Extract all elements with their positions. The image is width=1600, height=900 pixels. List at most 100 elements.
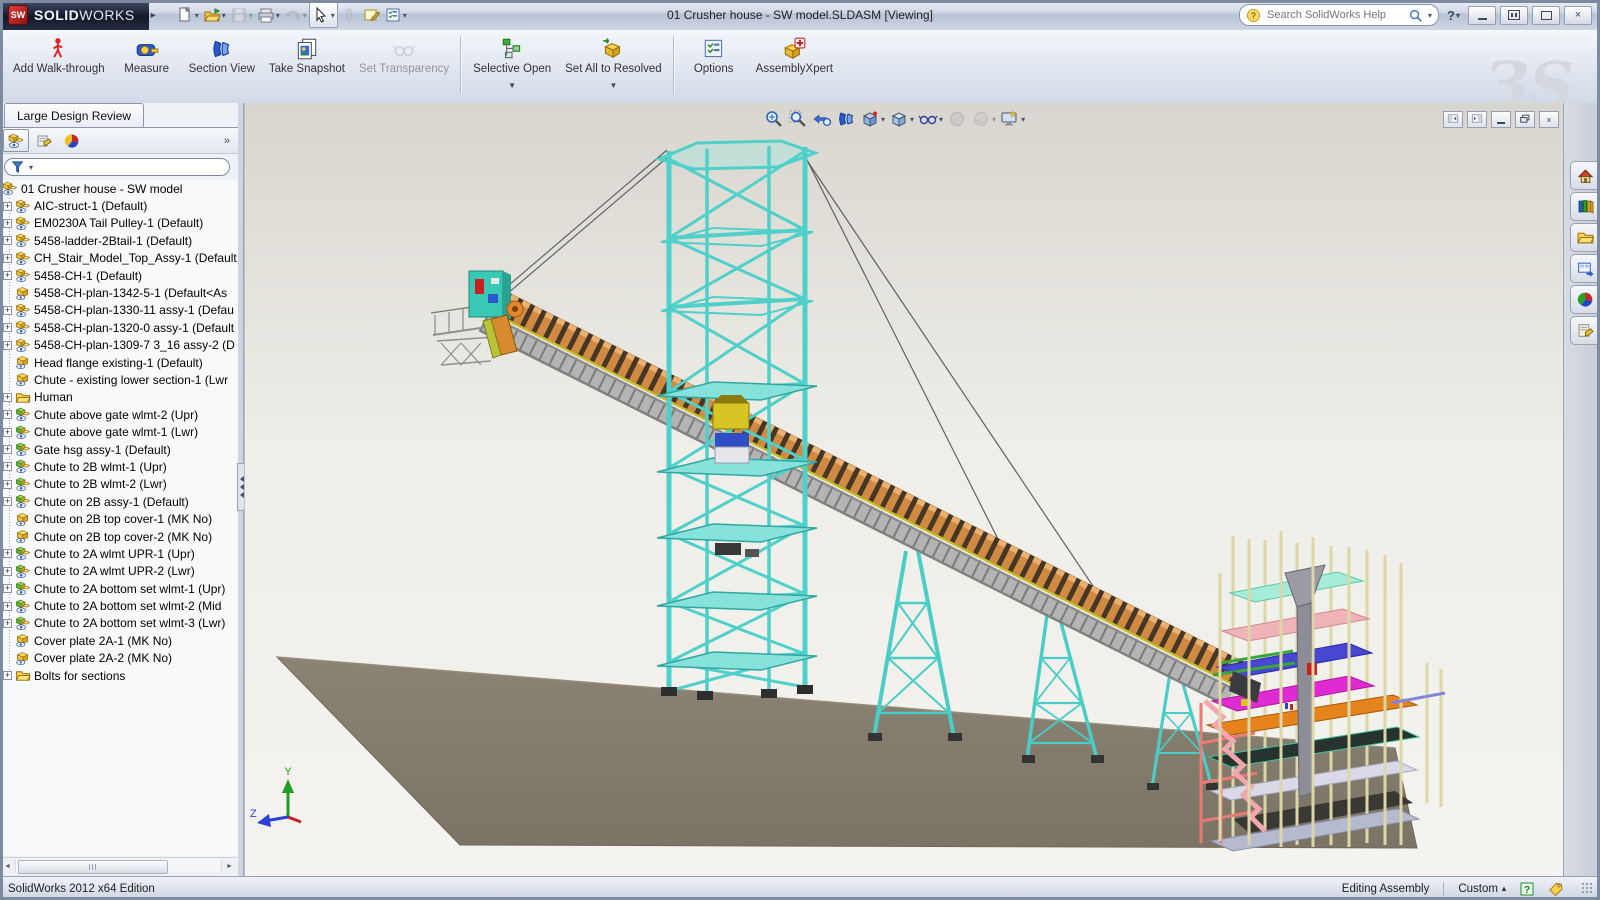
tree-item[interactable]: +Chute on 2B top cover-1 (MK No) (0, 510, 238, 527)
expand-toggle[interactable]: + (3, 219, 12, 228)
section-view-button[interactable] (835, 108, 857, 130)
restore-button[interactable] (1500, 6, 1528, 25)
quick-list-button[interactable]: ▾ (382, 3, 409, 27)
tree-item[interactable]: +5458-CH-plan-1309-7 3_16 assy-2 (D (0, 337, 238, 354)
view-settings-button[interactable]: ▾ (999, 108, 1026, 130)
expand-toggle[interactable]: + (3, 584, 12, 593)
options-button[interactable]: Options (679, 33, 749, 98)
view-palette-tab[interactable] (1570, 254, 1600, 283)
expand-toggle[interactable]: + (3, 462, 12, 471)
tree-item[interactable]: +EM0230A Tail Pulley-1 (Default) (0, 215, 238, 232)
print-button[interactable]: ▾ (255, 3, 282, 27)
expand-toggle[interactable]: + (3, 428, 12, 437)
tree-item[interactable]: +Human (0, 389, 238, 406)
minimize-button[interactable] (1468, 6, 1496, 25)
tree-item[interactable]: +5458-CH-1 (Default) (0, 267, 238, 284)
units-dropdown[interactable]: Custom▴ (1458, 883, 1506, 895)
close-button[interactable]: × (1564, 6, 1592, 25)
menu-expand-arrow[interactable]: ▸ (151, 10, 156, 21)
tree-item[interactable]: +Head flange existing-1 (Default) (0, 354, 238, 371)
expand-toggle[interactable]: + (3, 619, 12, 628)
solidworks-resources-tab[interactable] (1570, 161, 1600, 190)
3d-viewport[interactable]: Y Z (245, 103, 1565, 876)
file-explorer-tab[interactable] (1570, 223, 1600, 252)
display-style-button[interactable]: ▾ (888, 108, 915, 130)
select-cursor-button[interactable]: ▾ (309, 2, 338, 28)
sticky-pin-button[interactable] (338, 3, 360, 27)
tree-item[interactable]: +Chute to 2A wlmt UPR-2 (Lwr) (0, 563, 238, 580)
design-library-tab[interactable] (1570, 192, 1600, 221)
open-folder-button[interactable]: ▾ (201, 3, 228, 27)
view-orientation-button[interactable]: ▾ (859, 108, 886, 130)
measure-button[interactable]: Measure (112, 33, 182, 98)
featuremanager-tree-tab[interactable] (3, 129, 29, 152)
quick-tips-icon[interactable]: ? (1520, 882, 1534, 896)
expand-toggle[interactable]: + (3, 236, 12, 245)
scroll-thumb[interactable] (18, 860, 168, 874)
comment-button[interactable] (360, 3, 382, 27)
tree-item[interactable]: +Gate hsg assy-1 (Default) (0, 441, 238, 458)
tree-item[interactable]: +Chute to 2B wlmt-1 (Upr) (0, 458, 238, 475)
scroll-right-arrow[interactable]: ► (222, 863, 237, 870)
tag-icon[interactable] (1548, 881, 1563, 896)
help-button[interactable]: ?▾ (1443, 8, 1464, 23)
expand-toggle[interactable]: + (3, 254, 12, 263)
undo-button[interactable]: ▾ (282, 3, 309, 27)
tree-item[interactable]: +Cover plate 2A-2 (MK No) (0, 650, 238, 667)
tree-item[interactable]: +Chute to 2A bottom set wlmt-3 (Lwr) (0, 615, 238, 632)
expand-toggle[interactable]: + (3, 602, 12, 611)
tree-item[interactable]: +Chute to 2A wlmt UPR-1 (Upr) (0, 545, 238, 562)
expand-toggle[interactable]: + (3, 567, 12, 576)
graphics-area[interactable]: Y Z ▾▾▾▾▾ × (244, 103, 1565, 876)
tree-item[interactable]: +5458-CH-plan-1320-0 assy-1 (Default (0, 319, 238, 336)
set-all-to-resolved-button[interactable]: Set All to Resolved▼ (558, 33, 669, 98)
tree-item[interactable]: +Chute to 2A bottom set wlmt-2 (Mid (0, 597, 238, 614)
assemblyxpert-button[interactable]: AssemblyXpert (749, 33, 840, 98)
selective-open-button[interactable]: Selective Open▼ (466, 33, 558, 98)
search-icon[interactable] (1408, 8, 1423, 23)
hide-show-items-button[interactable]: ▾ (917, 108, 944, 130)
panel-overflow-chevron[interactable]: » (224, 135, 230, 147)
scroll-left-arrow[interactable]: ◄ (0, 863, 15, 870)
zoom-to-area-button[interactable] (787, 108, 809, 130)
tree-item[interactable]: +Cover plate 2A-1 (MK No) (0, 632, 238, 649)
resize-grip[interactable] (1581, 882, 1594, 895)
expand-toggle[interactable]: + (3, 445, 12, 454)
tree-horizontal-scrollbar[interactable]: ◄ ► (0, 857, 237, 874)
scroll-track[interactable] (15, 859, 222, 873)
tree-filter-input[interactable]: ▾ (4, 158, 230, 176)
expand-toggle[interactable]: + (3, 393, 12, 402)
tree-item[interactable]: +Bolts for sections (0, 667, 238, 684)
filter-caret[interactable]: ▾ (29, 163, 33, 172)
expand-toggle[interactable]: + (3, 671, 12, 680)
expand-toggle[interactable]: + (3, 306, 12, 315)
tree-root-item[interactable]: 01 Crusher house - SW model (0, 180, 238, 197)
configurationmanager-tab[interactable] (59, 129, 85, 152)
tree-item[interactable]: +Chute above gate wlmt-1 (Lwr) (0, 423, 238, 440)
tree-item[interactable]: +Chute - existing lower section-1 (Lwr (0, 371, 238, 388)
large-design-review-tab[interactable]: Large Design Review (4, 103, 144, 127)
expand-toggle[interactable]: + (3, 341, 12, 350)
expand-toggle[interactable]: + (3, 271, 12, 280)
save-button[interactable]: ▾ (228, 3, 255, 27)
show-right-pane-button[interactable] (1467, 111, 1487, 128)
expand-toggle[interactable]: + (3, 497, 12, 506)
doc-minimize-button[interactable] (1491, 111, 1511, 128)
tree-item[interactable]: +AIC-struct-1 (Default) (0, 197, 238, 214)
tree-item[interactable]: +Chute to 2A bottom set wlmt-1 (Upr) (0, 580, 238, 597)
tree-item[interactable]: +Chute on 2B top cover-2 (MK No) (0, 528, 238, 545)
expand-toggle[interactable]: + (3, 410, 12, 419)
appearances-scenes-tab[interactable] (1570, 285, 1600, 314)
tree-item[interactable]: +Chute on 2B assy-1 (Default) (0, 493, 238, 510)
tree-item[interactable]: +5458-ladder-2Btail-1 (Default) (0, 232, 238, 249)
custom-properties-tab[interactable] (1570, 316, 1600, 345)
tree-item[interactable]: +5458-CH-plan-1342-5-1 (Default<As (0, 284, 238, 301)
search-dropdown-caret[interactable]: ▾ (1428, 11, 1432, 20)
previous-view-button[interactable] (811, 108, 833, 130)
expand-toggle[interactable]: + (3, 323, 12, 332)
section-view-button[interactable]: Section View (182, 33, 262, 98)
tree-item[interactable]: +Chute to 2B wlmt-2 (Lwr) (0, 476, 238, 493)
new-document-button[interactable]: ▾ (174, 3, 201, 27)
maximize-button[interactable] (1532, 6, 1560, 25)
help-search-box[interactable]: ? ▾ (1239, 4, 1439, 26)
